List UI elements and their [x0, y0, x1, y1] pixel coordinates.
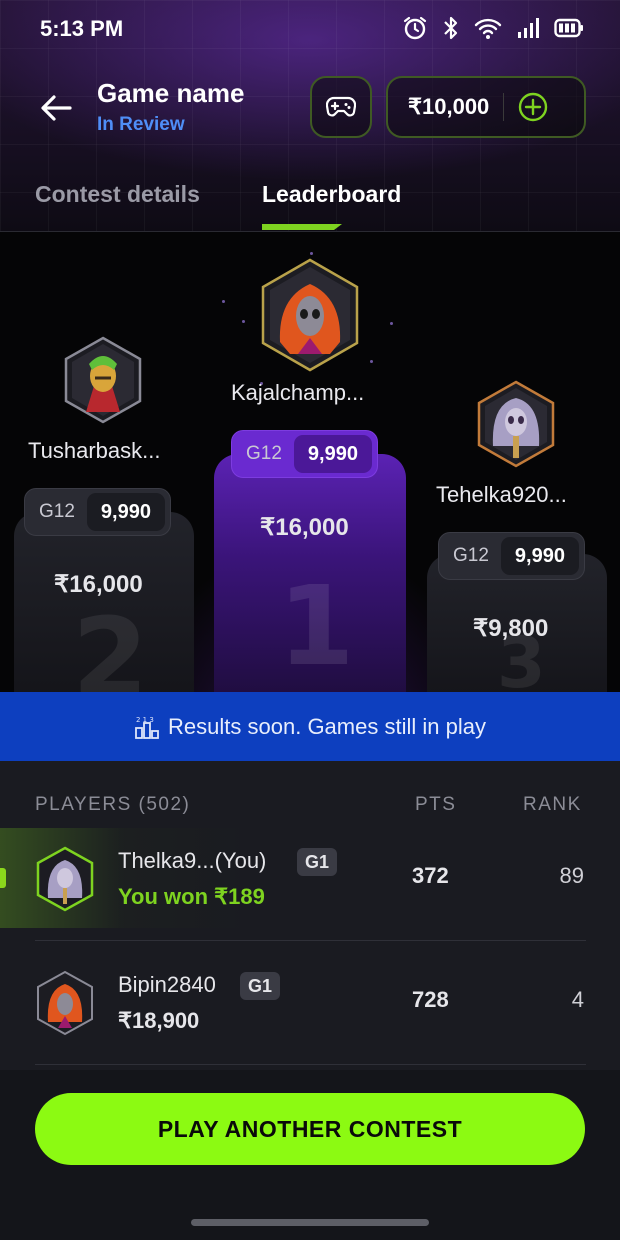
status-icons [402, 15, 584, 41]
place-number-first: 1 [278, 562, 355, 690]
player-name: Thelka9...(You) [118, 848, 267, 873]
avatar [37, 970, 93, 1036]
status-bar: 5:13 PM [0, 0, 620, 60]
review-status: In Review [97, 114, 185, 135]
rank-column-header: RANK [523, 794, 582, 815]
sparkle [222, 300, 225, 303]
row-divider [35, 940, 586, 941]
page-title: Game name [97, 78, 245, 108]
list-item-current-user[interactable]: Thelka9...(You) G1 You won ₹189 372 89 [0, 828, 620, 928]
back-button[interactable] [36, 88, 76, 128]
points-column-header: PTS [415, 794, 457, 815]
gamepad-icon [326, 96, 356, 117]
status-time: 5:13 PM [40, 16, 124, 41]
list-item[interactable]: Bipin2840 G1 ₹18,900 728 4 [0, 952, 620, 1052]
wifi-icon [474, 18, 502, 39]
score-value: 9,990 [293, 435, 372, 473]
avatar [36, 846, 94, 912]
player-name-third: Tehelka920... [436, 482, 567, 507]
prize-first: ₹16,000 [260, 514, 349, 541]
player-name-first: Kajalchamp... [231, 380, 365, 405]
sparkle [390, 322, 393, 325]
player-name-second: Tusharbask... [28, 438, 161, 463]
player-points: 728 [412, 987, 449, 1012]
games-button[interactable] [310, 76, 372, 138]
avatar-second-place[interactable] [64, 336, 142, 424]
player-rank: 4 [571, 987, 584, 1012]
tab-contest-details[interactable]: Contest details [35, 181, 200, 208]
tier-badge: G1 [297, 848, 338, 876]
ranking-icon: 2 1 3 [135, 716, 159, 739]
winnings-text: You won ₹189 [118, 884, 265, 909]
tab-leaderboard[interactable]: Leaderboard [262, 181, 401, 208]
tier-label: G12 [246, 443, 282, 464]
row-divider [35, 1064, 586, 1065]
podium: 2 1 3 Tusharbask... G12 9,990 ₹16,000 Ka… [0, 232, 620, 692]
player-rank: 89 [559, 863, 584, 888]
avatar-third-place[interactable] [477, 380, 555, 468]
prize-third: ₹9,800 [473, 615, 549, 642]
tier-score-chip-first: G12 9,990 [231, 430, 378, 478]
battery-icon [554, 18, 583, 38]
active-tab-indicator [262, 224, 342, 230]
svg-text:2 1 3: 2 1 3 [136, 716, 154, 724]
prize-text: ₹18,900 [118, 1008, 200, 1033]
sparkle [310, 252, 313, 255]
wallet-balance[interactable]: ₹10,000 [386, 76, 586, 138]
bluetooth-icon [444, 16, 458, 40]
arrow-left-icon [41, 95, 72, 121]
banner-text: Results soon. Games still in play [168, 713, 486, 739]
place-number-second: 2 [72, 594, 149, 692]
score-value: 9,990 [86, 493, 165, 531]
avatar-first-place[interactable] [260, 258, 360, 372]
sparkle [242, 320, 245, 323]
player-points: 372 [412, 863, 449, 888]
tier-score-chip-third: G12 9,990 [438, 532, 585, 580]
tier-badge: G1 [240, 972, 281, 1000]
sparkle [370, 360, 373, 363]
tier-label: G12 [39, 501, 75, 522]
player-name: Bipin2840 [118, 972, 216, 997]
play-another-contest-button[interactable]: PLAY ANOTHER CONTEST [35, 1093, 585, 1165]
score-value: 9,990 [500, 537, 579, 575]
wallet-amount: ₹10,000 [408, 94, 490, 119]
alarm-icon [403, 16, 427, 40]
current-user-marker [0, 868, 6, 888]
add-funds-icon[interactable] [518, 92, 548, 122]
home-indicator[interactable] [191, 1219, 429, 1226]
prize-second: ₹16,000 [54, 571, 143, 598]
tier-label: G12 [453, 545, 489, 566]
tier-score-chip-second: G12 9,990 [24, 488, 171, 536]
players-column-header: PLAYERS (502) [35, 794, 191, 815]
signal-icon [518, 18, 539, 38]
wallet-divider [503, 93, 505, 121]
results-pending-banner: 2 1 3 Results soon. Games still in play [0, 692, 620, 761]
